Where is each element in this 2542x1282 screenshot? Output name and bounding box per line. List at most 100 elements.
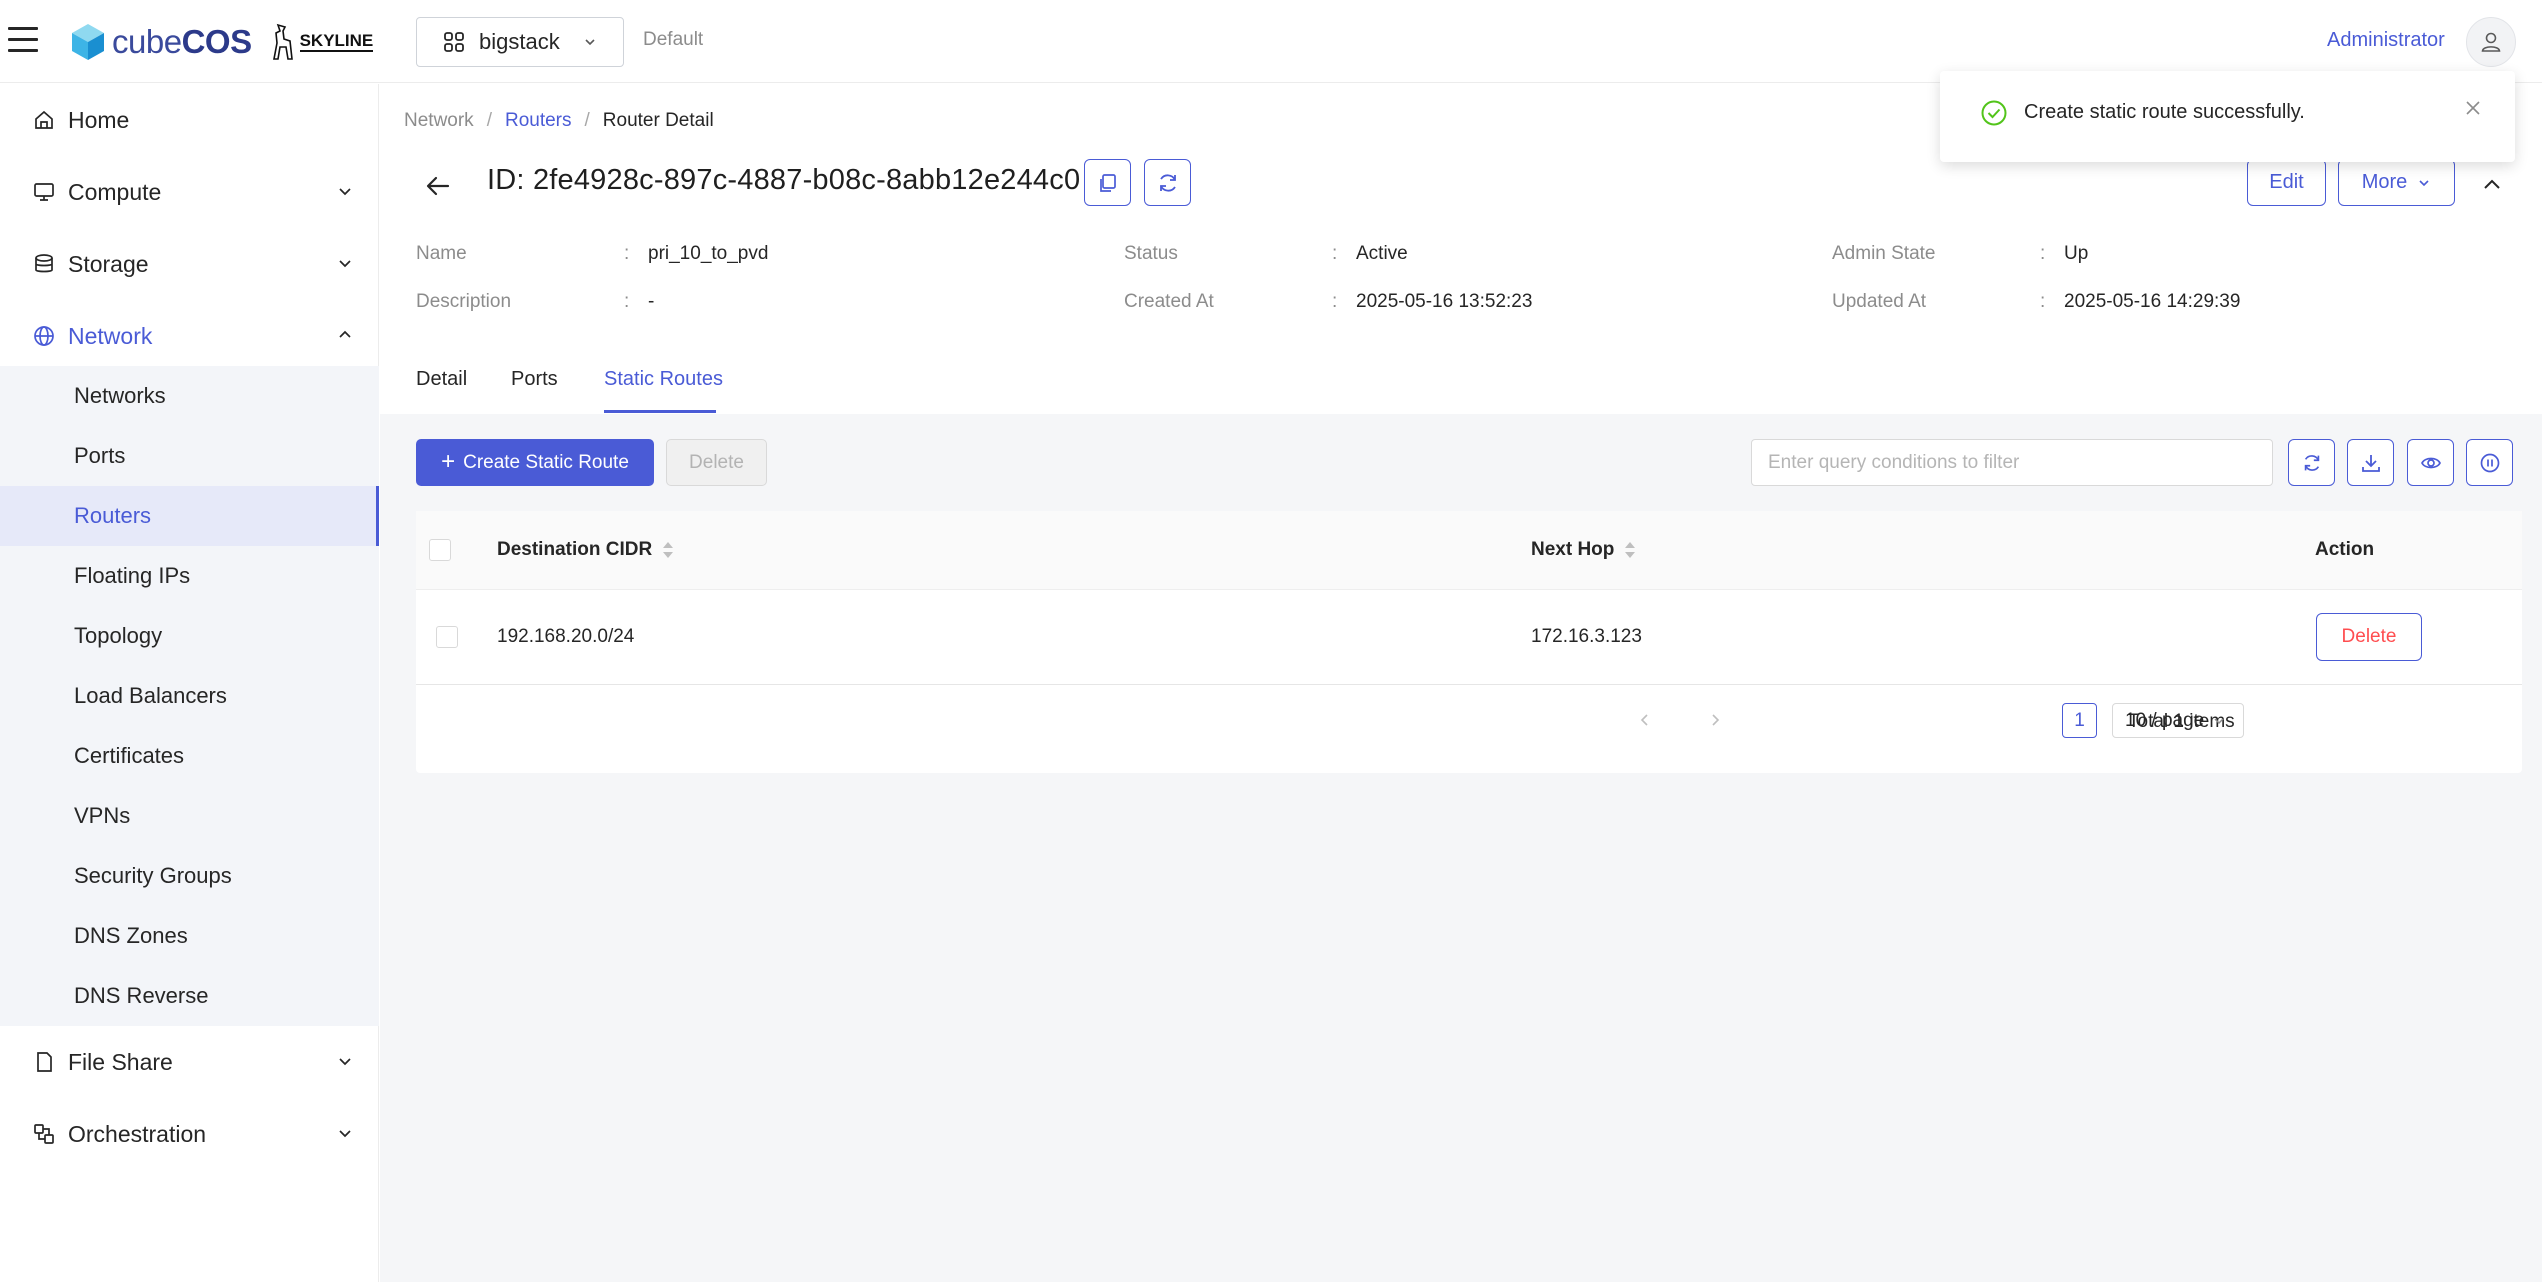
status-value: Active (1356, 243, 1408, 264)
batch-delete-button[interactable]: Delete (666, 439, 767, 486)
sort-icon (662, 541, 674, 559)
avatar[interactable] (2466, 17, 2516, 67)
copy-icon (1099, 173, 1116, 192)
check-circle-icon (1981, 100, 2007, 126)
tab-detail[interactable]: Detail (416, 368, 467, 391)
chevron-up-icon (339, 330, 351, 338)
domain-label: Default (643, 29, 704, 50)
chevron-down-icon (339, 260, 351, 268)
sidebar-item-floating-ips[interactable]: Floating IPs (0, 546, 379, 606)
prev-page-icon[interactable] (1638, 713, 1652, 727)
column-next-hop[interactable]: Next Hop (1531, 539, 1636, 561)
partner-logo: SKYLINE (270, 23, 374, 61)
description-label: Description (416, 291, 512, 312)
home-icon (35, 110, 53, 129)
row-delete-button[interactable]: Delete (2316, 613, 2422, 661)
close-icon[interactable] (2464, 99, 2482, 117)
name-value: pri_10_to_pvd (648, 243, 769, 264)
copy-button[interactable] (1084, 159, 1131, 206)
sidebar-item-compute[interactable]: Compute (0, 156, 379, 228)
sidebar-item-networks[interactable]: Networks (0, 366, 379, 426)
sidebar-item-network[interactable]: Network (0, 300, 379, 372)
project-select[interactable]: bigstack (416, 17, 624, 67)
page-size-select[interactable]: 10 / page (2112, 703, 2244, 738)
page-1-button[interactable]: 1 (2062, 703, 2097, 738)
sidebar-item-security-groups[interactable]: Security Groups (0, 846, 379, 906)
breadcrumb: Network / Routers / Router Detail (404, 110, 714, 132)
refresh-list-button[interactable] (2288, 439, 2335, 486)
admin-state-value: Up (2064, 243, 2089, 264)
edit-button[interactable]: Edit (2247, 159, 2326, 206)
field-colon: : (1332, 243, 1338, 264)
updated-at-label: Updated At (1832, 291, 1927, 312)
field-colon: : (1332, 291, 1338, 312)
sidebar-item-orchestration[interactable]: Orchestration (0, 1098, 379, 1170)
orchestration-icon (34, 1124, 54, 1144)
breadcrumb-routers[interactable]: Routers (505, 110, 572, 132)
field-colon: : (624, 243, 630, 264)
sidebar-item-home[interactable]: Home (0, 84, 379, 156)
create-static-route-button[interactable]: + Create Static Route (416, 439, 654, 486)
sidebar-item-vpns[interactable]: VPNs (0, 786, 379, 846)
sidebar-item-routers[interactable]: Routers (0, 486, 379, 546)
sidebar: Home Compute Storage Network Networks Po… (0, 84, 379, 1282)
filter-input[interactable] (1751, 439, 2273, 486)
sidebar-item-certificates[interactable]: Certificates (0, 726, 379, 786)
sidebar-item-dns-reverse[interactable]: DNS Reverse (0, 966, 379, 1026)
chevron-down-icon (339, 1130, 351, 1138)
breadcrumb-router-detail: Router Detail (602, 110, 714, 131)
breadcrumb-network[interactable]: Network (404, 110, 474, 132)
sidebar-item-topology[interactable]: Topology (0, 606, 379, 666)
created-at-label: Created At (1124, 291, 1214, 312)
sidebar-item-load-balancers[interactable]: Load Balancers (0, 666, 379, 726)
chevron-down-icon (339, 188, 351, 196)
main-content: Network / Routers / Router Detail ID: 2f… (380, 84, 2542, 1282)
success-notification: Create static route successfully. (1940, 71, 2515, 162)
active-tab-indicator (604, 410, 716, 413)
file-icon (37, 1052, 52, 1072)
download-icon (2361, 454, 2380, 472)
destination-cidr-cell: 192.168.20.0/24 (497, 626, 635, 647)
refresh-detail-button[interactable] (1144, 159, 1191, 206)
sidebar-item-file-share[interactable]: File Share (0, 1026, 379, 1098)
sidebar-item-storage[interactable]: Storage (0, 228, 379, 300)
collapse-up-icon[interactable] (2481, 173, 2503, 195)
user-icon (2481, 32, 2501, 52)
column-destination-cidr[interactable]: Destination CIDR (497, 539, 674, 561)
cube-logo-icon (72, 24, 104, 60)
project-name: bigstack (479, 29, 560, 54)
sort-icon (1624, 541, 1636, 559)
refresh-icon (1159, 173, 1176, 192)
static-routes-table: Destination CIDR Next Hop Action 192.168… (416, 511, 2522, 773)
table-row: 192.168.20.0/24 172.16.3.123 Delete (416, 590, 2522, 685)
brand-name: cubeCOS (112, 23, 252, 60)
status-label: Status (1124, 243, 1178, 264)
sidebar-item-ports[interactable]: Ports (0, 426, 379, 486)
breadcrumb-separator: / (584, 110, 590, 131)
eye-icon (2420, 457, 2441, 468)
table-header: Destination CIDR Next Hop Action (416, 511, 2522, 590)
auto-refresh-button[interactable] (2466, 439, 2513, 486)
download-button[interactable] (2347, 439, 2394, 486)
next-hop-cell: 172.16.3.123 (1531, 626, 1642, 647)
refresh-icon (2304, 454, 2319, 471)
column-visibility-button[interactable] (2407, 439, 2454, 486)
sidebar-item-dns-zones[interactable]: DNS Zones (0, 906, 379, 966)
more-button[interactable]: More (2338, 159, 2455, 206)
next-page-icon[interactable] (1708, 713, 1722, 727)
select-all-checkbox[interactable] (429, 539, 451, 561)
tab-static-routes[interactable]: Static Routes (604, 368, 723, 391)
notification-message: Create static route successfully. (2024, 101, 2305, 123)
database-icon (35, 254, 53, 273)
menu-icon[interactable] (8, 27, 38, 55)
plus-icon: + (441, 447, 456, 475)
description-value: - (648, 291, 655, 312)
back-arrow-icon[interactable] (424, 172, 452, 200)
chevron-down-icon (2214, 717, 2224, 724)
llama-icon (272, 23, 293, 60)
chevron-down-icon (585, 39, 595, 46)
brand-logo[interactable]: cubeCOS SKYLINE (70, 18, 374, 66)
row-checkbox[interactable] (436, 626, 458, 648)
tab-ports[interactable]: Ports (511, 368, 558, 391)
user-name-link[interactable]: Administrator (2327, 29, 2445, 52)
